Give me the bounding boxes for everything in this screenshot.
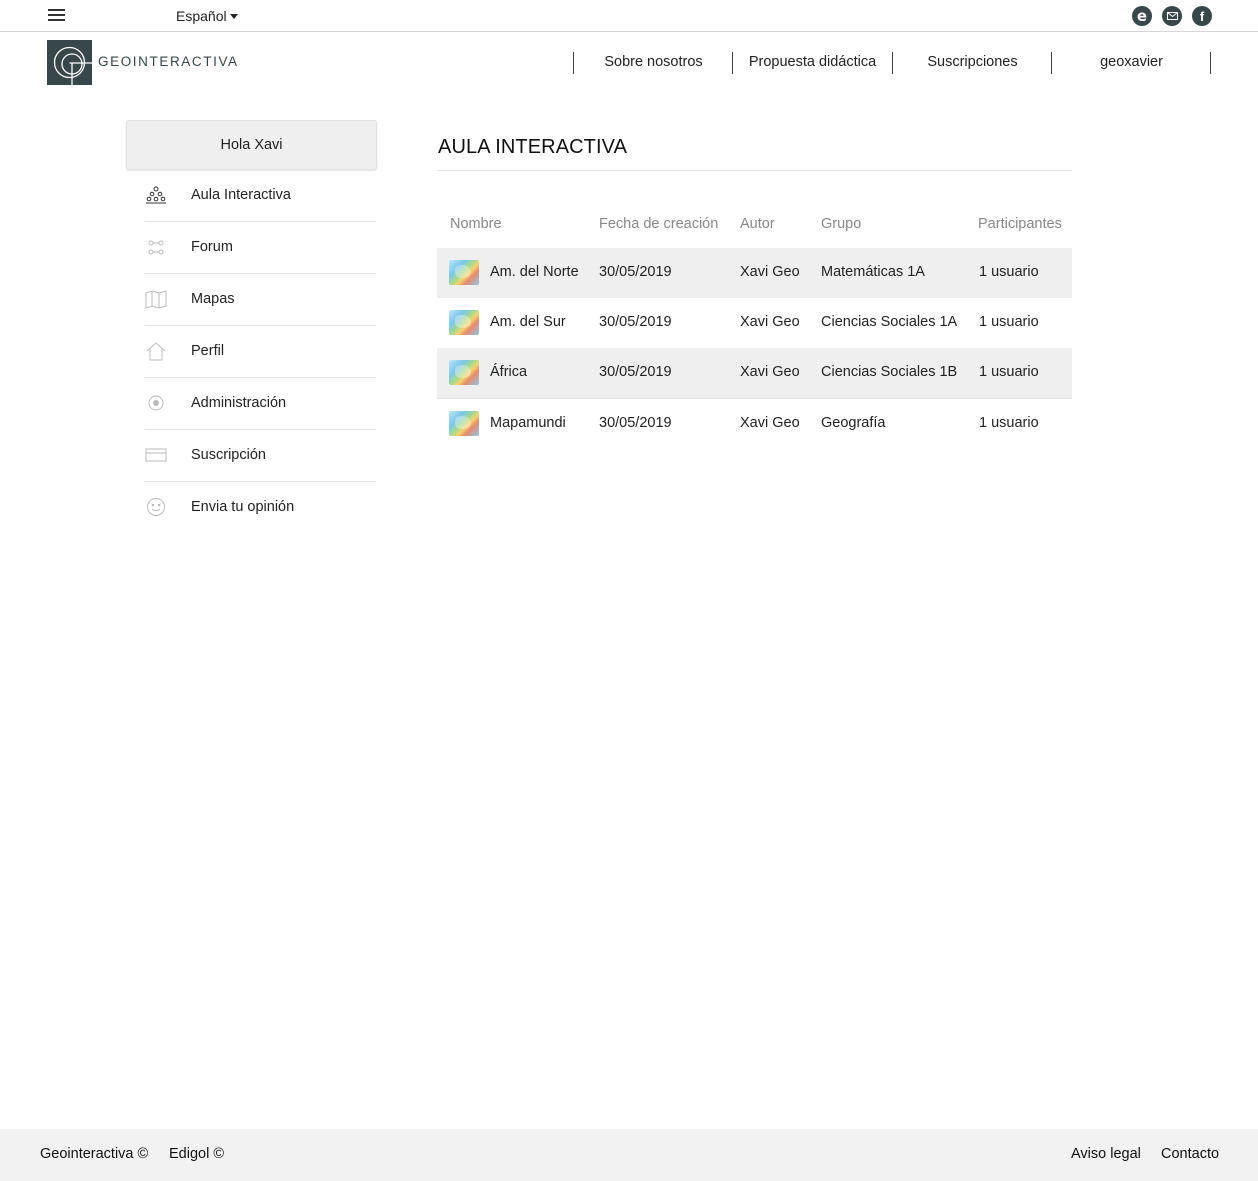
footer-link-edigol[interactable]: Edigol © — [169, 1146, 224, 1162]
map-icon — [145, 289, 167, 309]
footer: Geointeractiva © Edigol © Aviso legal Co… — [0, 1129, 1258, 1181]
table-row[interactable]: Am. del Sur 30/05/2019 Xavi Geo Ciencias… — [437, 298, 1072, 348]
cell-nombre: Am. del Sur — [490, 314, 566, 330]
mail-icon[interactable] — [1162, 6, 1182, 26]
cell-autor: Xavi Geo — [740, 415, 800, 431]
credit-card-icon — [145, 445, 167, 465]
map-thumbnail — [449, 411, 479, 436]
sidebar-item-label: Suscripción — [191, 447, 266, 463]
column-header-grupo[interactable]: Grupo — [821, 216, 861, 232]
home-icon — [145, 341, 167, 361]
cell-fecha: 30/05/2019 — [599, 314, 672, 330]
logo[interactable] — [47, 40, 92, 85]
cell-grupo: Geografía — [821, 415, 886, 431]
page-title: AULA INTERACTIVA — [438, 136, 628, 158]
sidebar-item-label: Administración — [191, 395, 287, 411]
sidebar-item-label: Envia tu opinión — [191, 499, 295, 515]
caret-down-icon — [229, 14, 238, 19]
classroom-icon — [145, 185, 167, 205]
column-header-nombre[interactable]: Nombre — [450, 216, 502, 232]
nav-didactic[interactable]: Propuesta didáctica — [733, 54, 892, 70]
footer-link-contacto[interactable]: Contacto — [1161, 1146, 1219, 1162]
cell-fecha: 30/05/2019 — [599, 264, 672, 280]
cell-nombre: África — [490, 364, 528, 380]
sidebar-item-label: Aula Interactiva — [191, 187, 291, 203]
brand-name[interactable]: GEOINTERACTIVA — [98, 54, 239, 69]
cell-participantes: 1 usuario — [979, 264, 1039, 280]
cell-fecha: 30/05/2019 — [599, 364, 672, 380]
cell-autor: Xavi Geo — [740, 314, 800, 330]
sidebar-item-opinion[interactable]: Envia tu opinión — [145, 482, 376, 534]
edigol-icon[interactable]: e — [1132, 6, 1152, 26]
sidebar-item-mapas[interactable]: Mapas — [145, 274, 376, 326]
sidebar-item-forum[interactable]: Forum — [145, 222, 376, 274]
map-thumbnail — [449, 310, 479, 335]
sidebar-item-administracion[interactable]: Administración — [145, 378, 376, 430]
footer-link-aviso-legal[interactable]: Aviso legal — [1071, 1146, 1141, 1162]
table-row[interactable]: África 30/05/2019 Xavi Geo Ciencias Soci… — [437, 348, 1072, 398]
language-selector[interactable]: Español — [176, 8, 238, 24]
sidebar-item-suscripcion[interactable]: Suscripción — [145, 430, 376, 482]
sidebar-item-perfil[interactable]: Perfil — [145, 326, 376, 378]
map-thumbnail — [449, 260, 479, 285]
greeting-box: Hola Xavi — [126, 120, 377, 170]
column-header-autor[interactable]: Autor — [740, 216, 775, 232]
nav-subscriptions[interactable]: Suscripciones — [893, 54, 1052, 70]
cell-participantes: 1 usuario — [979, 364, 1039, 380]
nav-about[interactable]: Sobre nosotros — [574, 54, 733, 70]
top-utility-bar: Español e f — [0, 0, 1258, 32]
footer-link-geointeractiva[interactable]: Geointeractiva © — [40, 1146, 148, 1162]
table-row[interactable]: Mapamundi 30/05/2019 Xavi Geo Geografía … — [437, 398, 1072, 448]
cell-grupo: Ciencias Sociales 1A — [821, 314, 958, 330]
sidebar-item-label: Forum — [191, 239, 233, 255]
title-divider — [437, 170, 1072, 171]
menu-icon[interactable] — [48, 9, 65, 23]
forum-icon — [145, 237, 167, 257]
column-header-participantes[interactable]: Participantes — [978, 216, 1062, 232]
facebook-icon[interactable]: f — [1192, 6, 1212, 26]
sidebar-item-label: Perfil — [191, 343, 225, 359]
cell-autor: Xavi Geo — [740, 364, 800, 380]
cell-nombre: Mapamundi — [490, 415, 566, 431]
nav-user[interactable]: geoxavier — [1052, 54, 1211, 70]
cell-autor: Xavi Geo — [740, 264, 800, 280]
cell-fecha: 30/05/2019 — [599, 415, 672, 431]
language-label: Español — [176, 8, 227, 24]
cell-nombre: Am. del Norte — [490, 264, 579, 280]
smiley-icon — [145, 497, 167, 517]
map-thumbnail — [449, 360, 479, 385]
column-header-fecha[interactable]: Fecha de creación — [599, 216, 718, 232]
gear-icon — [145, 393, 167, 413]
cell-participantes: 1 usuario — [979, 415, 1039, 431]
cell-participantes: 1 usuario — [979, 314, 1039, 330]
sidebar-item-label: Mapas — [191, 291, 235, 307]
sidebar-item-aula[interactable]: Aula Interactiva — [145, 170, 376, 222]
cell-grupo: Matemáticas 1A — [821, 264, 925, 280]
cell-grupo: Ciencias Sociales 1B — [821, 364, 958, 380]
table-row[interactable]: Am. del Norte 30/05/2019 Xavi Geo Matemá… — [437, 248, 1072, 298]
